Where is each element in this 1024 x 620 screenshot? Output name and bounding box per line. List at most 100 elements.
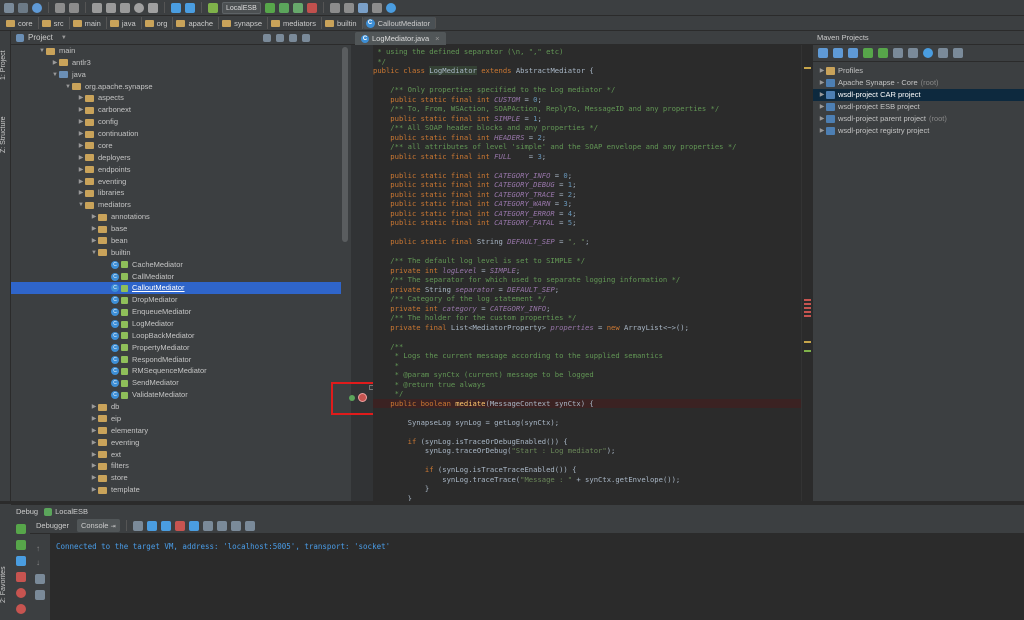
collapsed-arrow-icon[interactable]: ▶ [818, 89, 826, 101]
collapsed-arrow-icon[interactable]: ▶ [818, 113, 826, 125]
tree-item[interactable]: ▼ main [11, 45, 341, 57]
force-step-into-icon[interactable] [174, 520, 185, 531]
tree-item[interactable]: C DropMediator [11, 294, 341, 306]
tree-item[interactable]: ▼ org.apache.synapse [11, 81, 341, 93]
tree-item[interactable]: ▶ annotations [11, 211, 341, 223]
tree-item[interactable]: ▶ continuation [11, 128, 341, 140]
breadcrumb-org[interactable]: org [142, 17, 174, 29]
coverage-icon[interactable] [292, 2, 303, 13]
find-icon[interactable] [134, 2, 144, 13]
collapsed-arrow-icon[interactable]: ▶ [77, 116, 85, 128]
stop-icon[interactable] [306, 2, 317, 13]
sync-icon[interactable] [32, 2, 42, 13]
layout-icon[interactable] [244, 520, 255, 531]
warning-marker[interactable] [804, 341, 811, 343]
error-marker[interactable] [804, 311, 811, 313]
tree-item[interactable]: ▼ java [11, 69, 341, 81]
tree-item[interactable]: ▶ ext [11, 449, 341, 461]
open-icon[interactable] [4, 2, 14, 13]
drop-frame-icon[interactable] [202, 520, 213, 531]
mute-breakpoints-icon[interactable] [16, 604, 26, 614]
collapsed-arrow-icon[interactable]: ▶ [90, 223, 98, 235]
collapsed-arrow-icon[interactable]: ▶ [77, 104, 85, 116]
project-scrollbar-thumb[interactable] [342, 47, 348, 242]
tab-debugger[interactable]: Debugger [32, 519, 73, 532]
maven-item[interactable]: ▶ Profiles [813, 65, 1024, 77]
show-dependencies-icon[interactable] [923, 48, 933, 58]
error-marker[interactable] [804, 303, 811, 305]
tree-item[interactable]: ▶ config [11, 116, 341, 128]
collapsed-arrow-icon[interactable]: ▶ [90, 425, 98, 437]
tree-item[interactable]: ▶ libraries [11, 187, 341, 199]
sdk-icon[interactable] [357, 2, 368, 13]
expanded-arrow-icon[interactable]: ▼ [38, 45, 46, 57]
tree-item[interactable]: ▶ endpoints [11, 164, 341, 176]
expanded-arrow-icon[interactable]: ▼ [90, 247, 98, 259]
back-icon[interactable] [171, 2, 181, 13]
tree-item[interactable]: ▶ antlr3 [11, 57, 341, 69]
breadcrumb-main[interactable]: main [70, 17, 107, 29]
breadcrumb-builtin[interactable]: builtin [322, 17, 363, 29]
tab-logmediator[interactable]: C LogMediator.java × [355, 32, 446, 45]
tree-item[interactable]: C CacheMediator [11, 259, 341, 271]
project-structure-icon[interactable] [343, 2, 354, 13]
tree-item[interactable]: C CalloutMediator [11, 282, 341, 295]
maven-settings-icon[interactable] [953, 48, 963, 58]
breadcrumb-calloutmediator[interactable]: C CalloutMediator [362, 17, 437, 29]
collapsed-arrow-icon[interactable]: ▶ [77, 176, 85, 188]
error-marker[interactable] [804, 299, 811, 301]
maven-item[interactable]: ▶ wsdl-project CAR project [813, 89, 1024, 101]
forward-icon[interactable] [185, 2, 195, 13]
up-icon[interactable]: ↑ [36, 544, 40, 553]
tree-item[interactable]: C LogMediator [11, 318, 341, 330]
hide-icon[interactable] [301, 33, 310, 42]
maven-item[interactable]: ▶ wsdl-project ESB project [813, 101, 1024, 113]
collapsed-arrow-icon[interactable]: ▶ [77, 164, 85, 176]
copy-icon[interactable] [106, 2, 116, 13]
collapsed-arrow-icon[interactable]: ▶ [90, 472, 98, 484]
settings-icon[interactable] [329, 2, 340, 13]
collapsed-arrow-icon[interactable]: ▶ [51, 57, 59, 69]
tree-item[interactable]: ▶ aspects [11, 92, 341, 104]
tree-item[interactable]: ▶ filters [11, 460, 341, 472]
tree-item[interactable]: C PropertyMediator [11, 342, 341, 354]
collapsed-arrow-icon[interactable]: ▶ [77, 140, 85, 152]
make-project-icon[interactable] [208, 2, 218, 13]
tree-item[interactable]: ▼ mediators [11, 199, 341, 211]
tab-structure[interactable]: Z: Structure [0, 101, 11, 169]
collapsed-arrow-icon[interactable]: ▶ [77, 152, 85, 164]
project-view-select[interactable]: Project [28, 33, 53, 42]
collapsed-arrow-icon[interactable]: ▶ [818, 125, 826, 137]
save-icon[interactable] [18, 2, 28, 13]
view-breakpoints-icon[interactable] [16, 588, 26, 598]
step-out-icon[interactable] [188, 520, 199, 531]
expanded-arrow-icon[interactable]: ▼ [77, 199, 85, 211]
collapsed-arrow-icon[interactable]: ▶ [77, 92, 85, 104]
console-output[interactable]: Connected to the target VM, address: 'lo… [51, 534, 1024, 620]
collapsed-arrow-icon[interactable]: ▶ [90, 401, 98, 413]
code-editor[interactable]: * using the defined separator (\n, "," e… [373, 45, 801, 501]
tree-item[interactable]: C EnqueueMediator [11, 306, 341, 318]
breadcrumb-core[interactable]: core [3, 17, 39, 29]
run-to-cursor-icon[interactable] [216, 520, 227, 531]
resume-icon[interactable] [16, 540, 26, 550]
maven-item[interactable]: ▶ Apache Synapse - Core (root) [813, 77, 1024, 89]
error-marker[interactable] [804, 315, 811, 317]
generate-sources-icon[interactable] [833, 48, 843, 58]
tree-item[interactable]: ▶ template [11, 484, 341, 496]
close-icon[interactable]: × [435, 34, 439, 43]
warning-marker[interactable] [804, 67, 811, 69]
error-marker[interactable] [804, 307, 811, 309]
maven-item[interactable]: ▶ wsdl-project parent project (root) [813, 113, 1024, 125]
download-icon[interactable] [848, 48, 858, 58]
tree-item[interactable]: ▶ eip [11, 413, 341, 425]
redo-icon[interactable] [69, 2, 79, 13]
info-marker[interactable] [804, 350, 811, 352]
tree-item[interactable]: ▶ store [11, 472, 341, 484]
debug-config-tab[interactable]: LocalESB [55, 507, 88, 516]
show-execution-point-icon[interactable] [132, 520, 143, 531]
collapsed-arrow-icon[interactable]: ▶ [90, 437, 98, 449]
collapsed-arrow-icon[interactable]: ▶ [90, 449, 98, 461]
tree-item[interactable]: ▶ bean [11, 235, 341, 247]
run-goal-icon[interactable] [878, 48, 888, 58]
